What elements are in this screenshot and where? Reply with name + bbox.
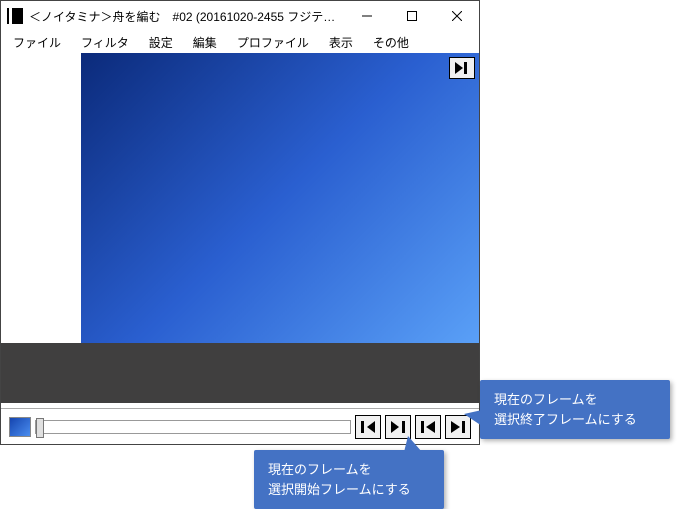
menu-edit[interactable]: 編集 xyxy=(185,32,225,53)
minimize-button[interactable] xyxy=(344,2,389,31)
frame-thumbnail[interactable] xyxy=(9,417,31,437)
set-start-icon xyxy=(421,421,435,433)
callout-pointer xyxy=(404,436,422,452)
video-frame xyxy=(81,53,479,343)
close-button[interactable] xyxy=(434,2,479,31)
step-back-button[interactable] xyxy=(355,415,381,439)
video-gutter xyxy=(1,53,81,343)
maximize-icon xyxy=(407,11,417,21)
callout-text-line: 選択終了フレームにする xyxy=(494,410,656,430)
callout-end-frame: 現在のフレームを 選択終了フレームにする xyxy=(480,380,670,439)
window-controls xyxy=(344,2,479,31)
callout-text-line: 現在のフレームを xyxy=(268,460,430,480)
timeline-strip xyxy=(1,343,479,403)
menubar: ファイル フィルタ 設定 編集 プロファイル 表示 その他 xyxy=(1,31,479,53)
app-icon xyxy=(7,8,23,24)
menu-filter[interactable]: フィルタ xyxy=(73,32,137,53)
callout-text-line: 選択開始フレームにする xyxy=(268,480,430,500)
set-end-icon xyxy=(451,421,465,433)
menu-other[interactable]: その他 xyxy=(365,32,417,53)
callout-start-frame: 現在のフレームを 選択開始フレームにする xyxy=(254,450,444,509)
titlebar: ＜ノイタミナ＞舟を編む #02 (20161020-2455 フジテレビジョ..… xyxy=(1,1,479,31)
step-forward-icon xyxy=(391,421,405,433)
app-window: ＜ノイタミナ＞舟を編む #02 (20161020-2455 フジテレビジョ..… xyxy=(0,0,480,445)
callout-text-line: 現在のフレームを xyxy=(494,390,656,410)
close-icon xyxy=(452,11,462,21)
jump-to-end-button[interactable] xyxy=(449,57,475,79)
step-back-icon xyxy=(361,421,375,433)
step-forward-button[interactable] xyxy=(385,415,411,439)
maximize-button[interactable] xyxy=(389,2,434,31)
video-area xyxy=(1,53,479,343)
seek-thumb[interactable] xyxy=(36,418,44,438)
skip-end-icon xyxy=(455,62,469,74)
minimize-icon xyxy=(362,11,372,21)
window-title: ＜ノイタミナ＞舟を編む #02 (20161020-2455 フジテレビジョ..… xyxy=(29,8,344,25)
menu-file[interactable]: ファイル xyxy=(5,32,69,53)
client-area xyxy=(1,53,479,444)
menu-display[interactable]: 表示 xyxy=(321,32,361,53)
seek-slider[interactable] xyxy=(35,420,351,434)
menu-settings[interactable]: 設定 xyxy=(141,32,181,53)
callout-pointer xyxy=(464,410,482,426)
menu-profile[interactable]: プロファイル xyxy=(229,32,317,53)
set-start-frame-button[interactable] xyxy=(415,415,441,439)
